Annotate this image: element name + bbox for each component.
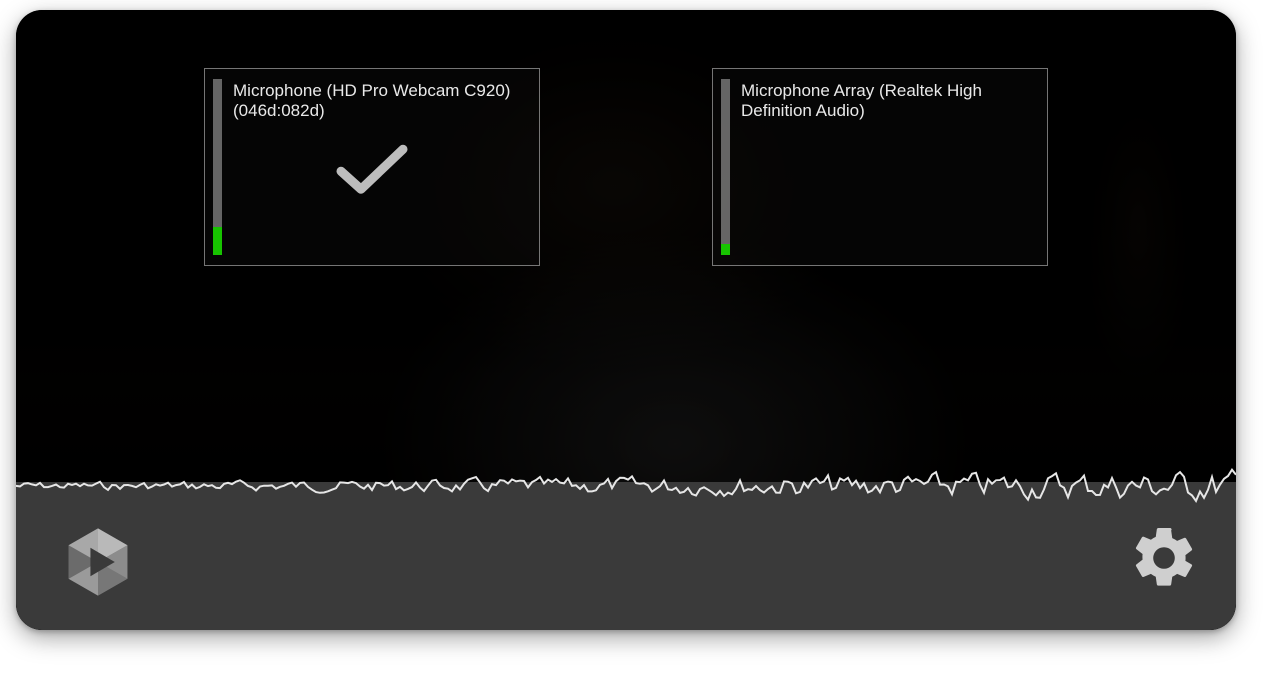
mic-level-fill (213, 227, 222, 255)
clipchamp-logo-icon (56, 520, 140, 604)
checkmark-icon (335, 143, 409, 197)
microphone-picker: Microphone (HD Pro Webcam C920) (046d:08… (16, 68, 1236, 266)
bottom-bar (16, 482, 1236, 630)
settings-button[interactable] (1128, 522, 1200, 594)
mic-option-label: Microphone Array (Realtek High Definitio… (741, 81, 1035, 121)
gear-icon (1128, 522, 1200, 594)
mic-option-webcam[interactable]: Microphone (HD Pro Webcam C920) (046d:08… (204, 68, 540, 266)
mic-option-realtek[interactable]: Microphone Array (Realtek High Definitio… (712, 68, 1048, 266)
mic-option-label: Microphone (HD Pro Webcam C920) (046d:08… (233, 81, 527, 121)
recorder-window: Microphone (HD Pro Webcam C920) (046d:08… (16, 10, 1236, 630)
mic-level-meter (721, 79, 730, 255)
mic-level-meter (213, 79, 222, 255)
mic-level-fill (721, 244, 730, 255)
